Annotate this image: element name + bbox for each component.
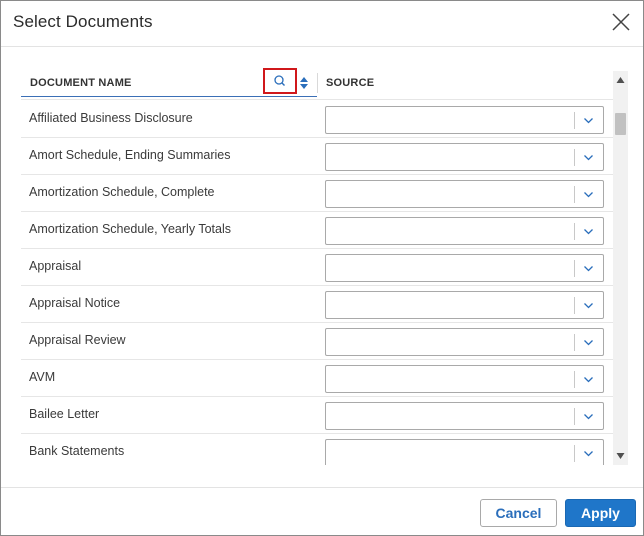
document-name: Bank Statements	[29, 444, 125, 458]
table-row: Amortization Schedule, Complete	[21, 175, 613, 212]
sort-icon	[300, 77, 308, 89]
table-row: Bailee Letter	[21, 397, 613, 434]
source-select[interactable]	[325, 180, 604, 208]
table-row: Appraisal	[21, 249, 613, 286]
source-select[interactable]	[325, 291, 604, 319]
table-header: DOCUMENT NAME SOURCE	[21, 67, 613, 97]
apply-button[interactable]: Apply	[565, 499, 636, 527]
select-separator	[574, 334, 575, 351]
sort-button[interactable]	[299, 76, 309, 90]
column-header-document-name-label: DOCUMENT NAME	[30, 77, 132, 89]
cancel-button[interactable]: Cancel	[480, 499, 557, 527]
chevron-down-icon	[584, 303, 593, 309]
chevron-down-icon	[584, 118, 593, 124]
document-name: Bailee Letter	[29, 407, 100, 421]
table-row	[21, 97, 613, 100]
document-name: Amort Schedule, Ending Summaries	[29, 148, 231, 162]
chevron-down-icon	[584, 451, 593, 457]
source-select[interactable]	[325, 106, 604, 134]
select-separator	[574, 149, 575, 166]
chevron-down-icon	[584, 266, 593, 272]
select-separator	[574, 112, 575, 129]
close-icon	[612, 13, 630, 31]
select-separator	[574, 445, 575, 462]
table-row: Amort Schedule, Ending Summaries	[21, 138, 613, 175]
select-separator	[574, 260, 575, 277]
document-name: Amortization Schedule, Yearly Totals	[29, 222, 231, 236]
source-select[interactable]	[325, 217, 604, 245]
select-separator	[574, 371, 575, 388]
close-button[interactable]	[611, 12, 631, 32]
scrollbar-thumb[interactable]	[615, 113, 626, 135]
chevron-down-icon	[584, 192, 593, 198]
table-body: Affiliated Business Disclosure Amort Sch…	[21, 97, 613, 465]
scroll-down-arrow-icon[interactable]	[616, 452, 625, 460]
dialog-header: Select Documents	[1, 1, 643, 47]
select-documents-dialog: Select Documents DOCUMENT NAME SOURCE Af…	[0, 0, 644, 536]
column-divider	[317, 73, 318, 93]
table-row: Appraisal Review	[21, 323, 613, 360]
dialog-title: Select Documents	[13, 12, 153, 31]
select-separator	[574, 186, 575, 203]
search-button[interactable]	[263, 68, 297, 94]
document-name: Appraisal	[29, 259, 82, 273]
select-separator	[574, 297, 575, 314]
vertical-scrollbar[interactable]	[613, 71, 628, 465]
table-row: Bank Statements	[21, 434, 613, 465]
chevron-down-icon	[584, 377, 593, 383]
chevron-down-icon	[584, 414, 593, 420]
source-select[interactable]	[325, 254, 604, 282]
column-header-source-label: SOURCE	[326, 77, 375, 89]
scroll-up-arrow-icon[interactable]	[616, 76, 625, 84]
chevron-down-icon	[584, 229, 593, 235]
search-icon	[274, 75, 285, 86]
document-name: Appraisal Notice	[29, 296, 121, 310]
table-row: Affiliated Business Disclosure	[21, 101, 613, 138]
chevron-down-icon	[584, 340, 593, 346]
table-row: Appraisal Notice	[21, 286, 613, 323]
select-separator	[574, 408, 575, 425]
document-name: AVM	[29, 370, 56, 384]
source-select[interactable]	[325, 402, 604, 430]
table-row: Amortization Schedule, Yearly Totals	[21, 212, 613, 249]
column-header-source: SOURCE	[326, 67, 613, 97]
document-name: Affiliated Business Disclosure	[29, 111, 193, 125]
source-select[interactable]	[325, 365, 604, 393]
document-name: Amortization Schedule, Complete	[29, 185, 215, 199]
column-header-document-name: DOCUMENT NAME	[21, 67, 317, 97]
dialog-footer: Cancel Apply	[1, 487, 643, 535]
source-select[interactable]	[325, 143, 604, 171]
table-row: AVM	[21, 360, 613, 397]
source-select[interactable]	[325, 439, 604, 465]
source-select[interactable]	[325, 328, 604, 356]
chevron-down-icon	[584, 155, 593, 161]
select-separator	[574, 223, 575, 240]
document-name: Appraisal Review	[29, 333, 126, 347]
